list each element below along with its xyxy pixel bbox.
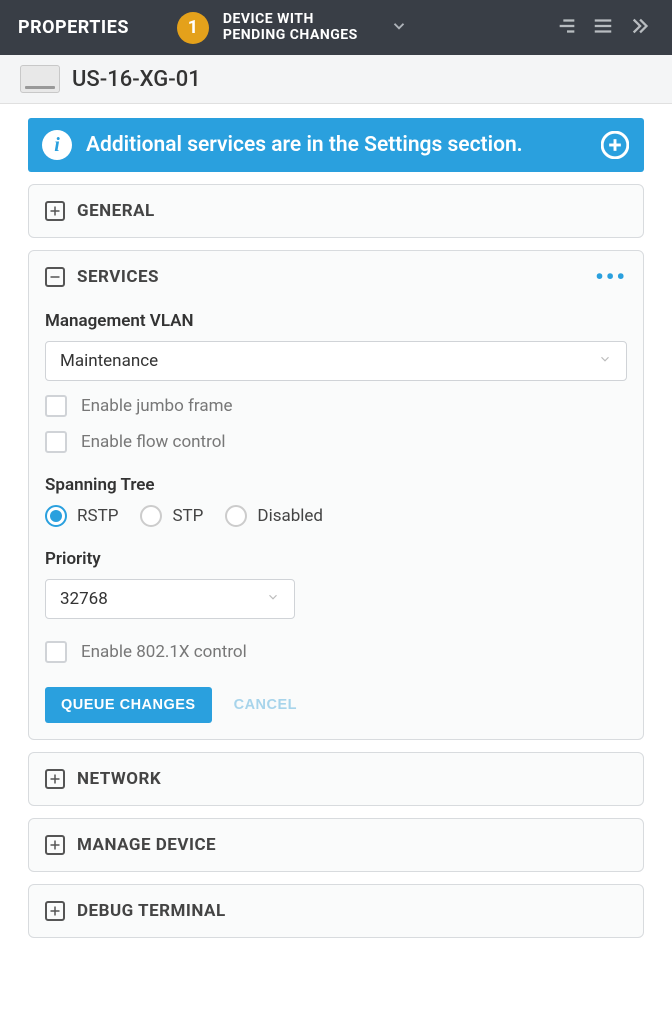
dot1x-row[interactable]: Enable 802.1X control xyxy=(45,641,627,663)
device-icon xyxy=(20,65,60,93)
chevron-down-icon xyxy=(266,589,280,609)
panel-network-header[interactable]: NETWORK xyxy=(29,753,643,805)
info-icon: i xyxy=(42,130,72,160)
spanning-tree-radio-group: RSTP STP Disabled xyxy=(45,505,627,527)
radio-stp[interactable]: STP xyxy=(140,505,203,527)
collapse-icon[interactable] xyxy=(628,15,654,41)
dot1x-checkbox[interactable] xyxy=(45,641,67,663)
jumbo-frame-row[interactable]: Enable jumbo frame xyxy=(45,395,627,417)
spanning-tree-label: Spanning Tree xyxy=(45,475,627,495)
expand-icon xyxy=(45,201,65,221)
menu-icon[interactable] xyxy=(592,15,614,41)
radio-rstp[interactable]: RSTP xyxy=(45,505,118,527)
priority-select[interactable]: 32768 xyxy=(45,579,295,619)
radio-stp-input[interactable] xyxy=(140,505,162,527)
device-name: US-16-XG-01 xyxy=(72,67,201,92)
panel-general: GENERAL xyxy=(28,184,644,238)
top-icon-group xyxy=(556,15,654,41)
flow-control-checkbox[interactable] xyxy=(45,431,67,453)
chevron-down-icon[interactable] xyxy=(390,17,408,39)
radio-disabled-input[interactable] xyxy=(225,505,247,527)
device-bar: US-16-XG-01 xyxy=(0,55,672,104)
panel-services-title: SERVICES xyxy=(77,267,159,287)
panel-services: SERVICES ••• Management VLAN Maintenance… xyxy=(28,250,644,740)
flow-control-label: Enable flow control xyxy=(81,432,226,452)
panel-manage-header[interactable]: MANAGE DEVICE xyxy=(29,819,643,871)
expand-icon xyxy=(45,835,65,855)
panel-debug-title: DEBUG TERMINAL xyxy=(77,901,226,921)
action-buttons: QUEUE CHANGES CANCEL xyxy=(45,687,627,723)
mgmt-vlan-value: Maintenance xyxy=(60,351,158,371)
pending-count-badge: 1 xyxy=(177,12,209,44)
content-area: i Additional services are in the Setting… xyxy=(0,104,672,952)
page-title: PROPERTIES xyxy=(18,17,129,38)
panel-general-header[interactable]: GENERAL xyxy=(29,185,643,237)
mgmt-vlan-select[interactable]: Maintenance xyxy=(45,341,627,381)
radio-disabled[interactable]: Disabled xyxy=(225,505,323,527)
align-right-icon[interactable] xyxy=(556,15,578,41)
pending-changes-indicator[interactable]: 1 DEVICE WITH PENDING CHANGES xyxy=(177,12,408,44)
info-banner: i Additional services are in the Setting… xyxy=(28,118,644,172)
flow-control-row[interactable]: Enable flow control xyxy=(45,431,627,453)
panel-network: NETWORK xyxy=(28,752,644,806)
pending-text: DEVICE WITH PENDING CHANGES xyxy=(223,12,358,43)
chevron-down-icon xyxy=(598,351,612,371)
panel-services-header[interactable]: SERVICES ••• xyxy=(29,251,643,303)
collapse-icon xyxy=(45,267,65,287)
panel-network-title: NETWORK xyxy=(77,769,161,789)
priority-label: Priority xyxy=(45,549,627,569)
radio-rstp-input[interactable] xyxy=(45,505,67,527)
jumbo-frame-label: Enable jumbo frame xyxy=(81,396,233,416)
jumbo-frame-checkbox[interactable] xyxy=(45,395,67,417)
info-banner-text: Additional services are in the Settings … xyxy=(86,133,586,157)
cancel-button[interactable]: CANCEL xyxy=(234,697,297,713)
priority-value: 32768 xyxy=(60,589,108,609)
panel-services-body: Management VLAN Maintenance Enable jumbo… xyxy=(29,311,643,739)
panel-debug-header[interactable]: DEBUG TERMINAL xyxy=(29,885,643,937)
dot1x-label: Enable 802.1X control xyxy=(81,642,247,662)
expand-icon xyxy=(45,769,65,789)
expand-icon xyxy=(45,901,65,921)
queue-changes-button[interactable]: QUEUE CHANGES xyxy=(45,687,212,723)
panel-debug-terminal: DEBUG TERMINAL xyxy=(28,884,644,938)
top-bar: PROPERTIES 1 DEVICE WITH PENDING CHANGES xyxy=(0,0,672,55)
panel-manage-device: MANAGE DEVICE xyxy=(28,818,644,872)
panel-general-title: GENERAL xyxy=(77,201,155,221)
add-service-button[interactable] xyxy=(600,130,630,160)
panel-manage-title: MANAGE DEVICE xyxy=(77,835,216,855)
mgmt-vlan-label: Management VLAN xyxy=(45,311,627,331)
